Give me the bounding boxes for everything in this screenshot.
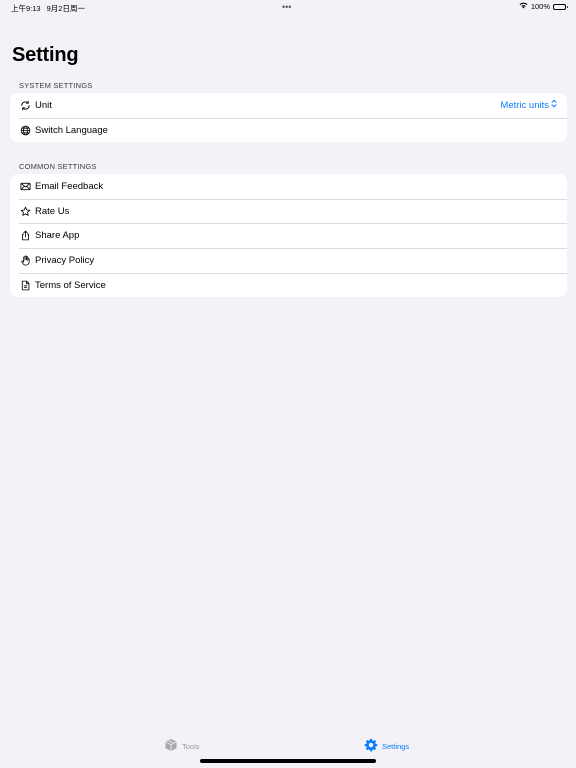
system-settings-header: SYSTEM SETTINGS — [19, 81, 93, 90]
unit-row[interactable]: Unit Metric units — [10, 93, 567, 118]
share-icon — [19, 230, 31, 242]
chevron-up-down-icon — [551, 99, 557, 111]
page-title: Setting — [12, 44, 79, 66]
envelope-icon — [19, 180, 31, 192]
battery-icon — [553, 3, 568, 10]
email-feedback-label: Email Feedback — [35, 180, 104, 192]
status-time: 上午9:13 — [11, 4, 41, 13]
common-settings-group: Email Feedback Rate Us Share App Privacy… — [10, 174, 567, 298]
rate-us-row[interactable]: Rate Us — [10, 198, 567, 224]
unit-label: Unit — [35, 99, 52, 111]
settings-screen: 上午9:13 9月2日周一 ••• 100% Setting SYSTEM SET… — [0, 0, 576, 768]
hand-icon — [19, 254, 31, 266]
status-datetime: 上午9:13 9月2日周一 — [11, 3, 91, 14]
battery-percent: 100% — [530, 2, 550, 11]
gear-icon — [364, 738, 378, 754]
share-app-row[interactable]: Share App — [10, 223, 567, 248]
system-settings-group: Unit Metric units Switch Language — [10, 93, 567, 143]
cube-icon — [164, 738, 178, 754]
switch-language-row[interactable]: Switch Language — [10, 117, 567, 143]
globe-icon — [19, 124, 31, 136]
document-icon — [19, 279, 31, 291]
privacy-policy-row[interactable]: Privacy Policy — [10, 248, 567, 273]
switch-language-label: Switch Language — [35, 124, 108, 136]
unit-value: Metric units — [500, 99, 549, 111]
terms-of-service-row[interactable]: Terms of Service — [10, 272, 567, 298]
privacy-policy-label: Privacy Policy — [35, 254, 95, 266]
rate-us-label: Rate Us — [35, 205, 70, 217]
common-settings-header: COMMON SETTINGS — [19, 162, 97, 171]
status-bar: 上午9:13 9月2日周一 ••• 100% — [0, 0, 576, 16]
refresh-icon — [19, 99, 31, 111]
status-date: 9月2日周一 — [46, 4, 85, 13]
unit-picker[interactable]: Metric units — [500, 99, 557, 111]
home-indicator[interactable] — [200, 759, 376, 763]
tab-tools[interactable]: Tools — [164, 738, 200, 754]
multitasking-dots-icon[interactable]: ••• — [282, 2, 291, 12]
email-feedback-row[interactable]: Email Feedback — [10, 174, 567, 199]
tab-tools-label: Tools — [182, 741, 200, 751]
status-indicators: 100% — [519, 2, 568, 11]
tab-settings[interactable]: Settings — [364, 738, 409, 754]
terms-of-service-label: Terms of Service — [35, 279, 106, 291]
star-icon — [19, 205, 31, 217]
wifi-icon — [519, 2, 528, 11]
tab-settings-label: Settings — [382, 741, 410, 751]
share-app-label: Share App — [35, 230, 80, 242]
